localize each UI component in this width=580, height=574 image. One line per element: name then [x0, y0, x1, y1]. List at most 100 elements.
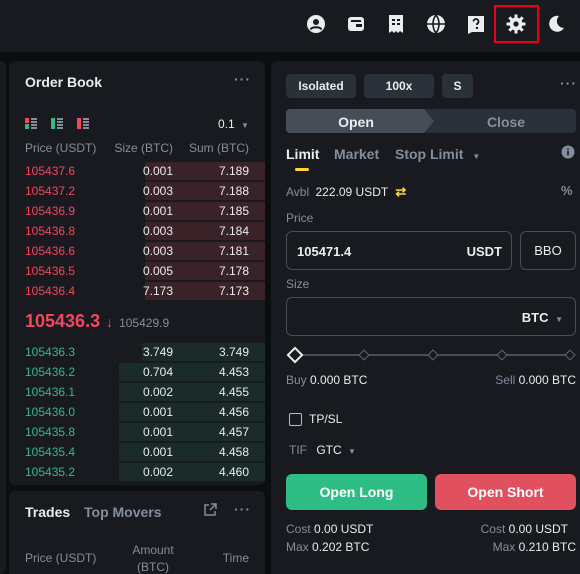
slider-mark-75[interactable]	[496, 349, 508, 361]
order-type-market[interactable]: Market	[334, 146, 379, 162]
tpsl-checkbox[interactable]	[289, 412, 302, 426]
cost-long-value: 0.00 USDT	[314, 522, 374, 536]
slider-mark-100[interactable]	[564, 349, 576, 361]
order-form-more-icon[interactable]: ···	[560, 75, 577, 91]
tick-size-select[interactable]: 0.1 ▼	[218, 117, 249, 131]
ask-row[interactable]: 105436.5 0.005 7.178	[9, 261, 265, 281]
bid-row[interactable]: 105436.1 0.002 4.455	[9, 382, 265, 402]
size-input[interactable]: BTC ▼	[286, 297, 576, 336]
tab-open[interactable]: Open	[286, 114, 426, 130]
bid-row[interactable]: 105436.2 0.704 4.453	[9, 362, 265, 382]
order-type-limit[interactable]: Limit	[286, 146, 319, 162]
slider-handle[interactable]	[286, 346, 304, 364]
book-sum: 7.181	[218, 244, 249, 258]
bid-row[interactable]: 105436.0 0.001 4.456	[9, 402, 265, 422]
order-book-title: Order Book	[25, 74, 103, 90]
tif-value: GTC	[316, 443, 342, 457]
mark-price[interactable]: 105429.9	[119, 316, 169, 330]
price-unit: USDT	[466, 244, 502, 259]
trades-col-price: Price (USDT)	[25, 551, 97, 565]
book-asks-view-icon[interactable]	[77, 118, 89, 129]
cost-short: Cost 0.00 USDT	[481, 522, 568, 536]
col-header-price: Price (USDT)	[25, 141, 97, 155]
bid-row[interactable]: 105435.4 0.001 4.458	[9, 442, 265, 462]
info-icon[interactable]	[561, 145, 575, 162]
cost-long-label: Cost	[286, 522, 311, 536]
open-short-button[interactable]: Open Short	[435, 474, 576, 510]
tab-close[interactable]: Close	[436, 114, 576, 130]
avbl-value: 222.09 USDT	[315, 185, 388, 199]
transfer-icon[interactable]: ⇄	[395, 184, 406, 199]
book-size: 0.001	[142, 204, 173, 218]
asset-mode-button[interactable]: S	[442, 74, 473, 98]
bid-row[interactable]: 105436.3 3.749 3.749	[9, 342, 265, 362]
order-book-panel: Order Book ··· 0.1 ▼ Price (USDT) Size (…	[9, 61, 265, 485]
user-icon[interactable]	[304, 12, 328, 36]
ask-row[interactable]: 105436.6 0.003 7.181	[9, 241, 265, 261]
trades-more-icon[interactable]: ···	[234, 501, 251, 517]
bid-row[interactable]: 105435.8 0.001 4.457	[9, 422, 265, 442]
book-price: 105437.6	[25, 164, 76, 178]
ask-row[interactable]: 105436.8 0.003 7.184	[9, 221, 265, 241]
ask-row[interactable]: 105436.9 0.001 7.185	[9, 201, 265, 221]
book-size: 0.005	[142, 264, 173, 278]
price-value: 105471.4	[297, 244, 352, 259]
max-short-value: 0.210 BTC	[518, 540, 576, 554]
book-sum: 4.456	[218, 405, 249, 419]
calculator-icon[interactable]: %	[561, 183, 573, 198]
book-sum: 7.185	[218, 204, 249, 218]
ask-row[interactable]: 105437.2 0.003 7.188	[9, 181, 265, 201]
book-size: 0.003	[142, 224, 173, 238]
tab-top-movers[interactable]: Top Movers	[84, 504, 162, 520]
orders-icon[interactable]	[384, 12, 408, 36]
slider-mark-50[interactable]	[427, 349, 439, 361]
trades-panel: Trades Top Movers ··· Price (USDT) Amoun…	[9, 491, 265, 574]
buy-label: Buy	[286, 373, 307, 387]
tif-select[interactable]: GTC ▼	[316, 443, 356, 457]
bbo-button[interactable]: BBO	[520, 231, 576, 270]
tif-row: TIF GTC ▼	[289, 443, 356, 457]
ask-row[interactable]: 105436.4 7.173 7.173	[9, 281, 265, 301]
slider-mark-25[interactable]	[358, 349, 370, 361]
tpsl-label: TP/SL	[309, 412, 343, 426]
more-options-icon[interactable]: ···	[234, 71, 251, 87]
settings-icon[interactable]	[504, 12, 528, 36]
book-size: 0.001	[142, 405, 173, 419]
wallet-icon[interactable]	[344, 12, 368, 36]
chevron-down-icon: ▼	[348, 447, 356, 456]
theme-moon-icon[interactable]	[544, 12, 568, 36]
book-bids-view-icon[interactable]	[51, 118, 63, 129]
cost-short-label: Cost	[480, 522, 506, 536]
book-price: 105436.3	[25, 345, 76, 359]
book-sum: 4.455	[218, 385, 249, 399]
last-price-row: 105436.3 ↓ 105429.9	[25, 311, 169, 332]
globe-icon[interactable]	[424, 12, 448, 36]
sell-max-info: Sell 0.000 BTC	[495, 373, 576, 387]
book-sum: 7.173	[218, 284, 249, 298]
book-price: 105436.0	[25, 405, 76, 419]
tpsl-checkbox-row[interactable]: TP/SL	[289, 412, 342, 426]
size-unit-select[interactable]: BTC ▼	[522, 310, 563, 325]
book-both-view-icon[interactable]	[25, 118, 37, 129]
open-long-button[interactable]: Open Long	[286, 474, 427, 510]
margin-mode-button[interactable]: Isolated	[286, 74, 356, 98]
book-price: 105436.4	[25, 284, 76, 298]
tab-trades[interactable]: Trades	[25, 504, 70, 520]
pop-out-icon[interactable]	[203, 503, 217, 520]
book-price: 105436.1	[25, 385, 76, 399]
price-input[interactable]: 105471.4 USDT	[286, 231, 512, 270]
buy-max-info: Buy 0.000 BTC	[286, 373, 367, 387]
book-price: 105436.5	[25, 264, 76, 278]
size-slider[interactable]	[286, 346, 576, 364]
bid-row[interactable]: 105435.2 0.002 4.460	[9, 462, 265, 482]
order-type-stop-limit[interactable]: Stop Limit ▼	[395, 146, 480, 162]
chevron-down-icon: ▼	[241, 121, 249, 130]
book-sum: 4.457	[218, 425, 249, 439]
ask-row[interactable]: 105437.6 0.001 7.189	[9, 161, 265, 181]
book-price: 105435.2	[25, 465, 76, 479]
book-sum: 4.460	[218, 465, 249, 479]
help-icon[interactable]	[464, 12, 488, 36]
avbl-label: Avbl	[286, 185, 310, 199]
active-tab-underline	[295, 168, 309, 171]
leverage-button[interactable]: 100x	[364, 74, 434, 98]
